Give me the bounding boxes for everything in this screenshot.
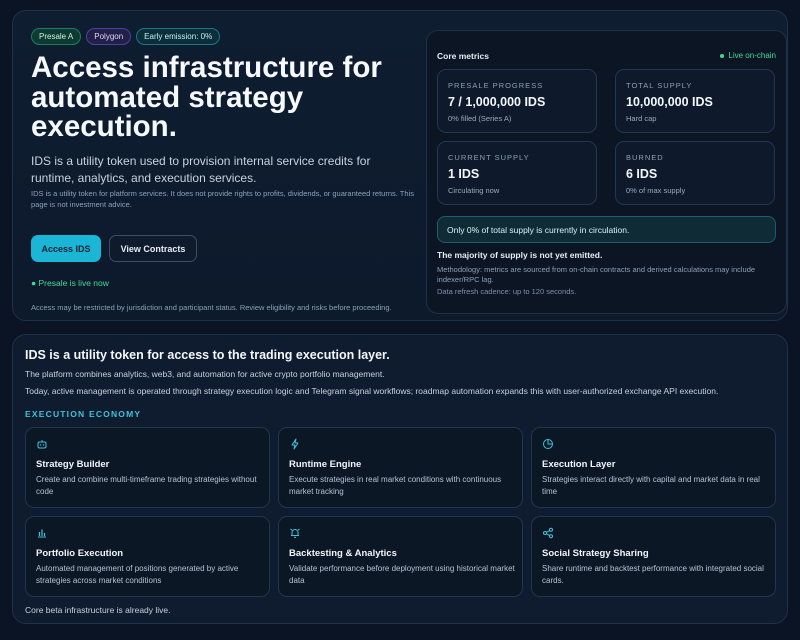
beta-live-note: Core beta infrastructure is already live… bbox=[25, 605, 171, 615]
feature-card-execution-layer: Execution Layer Strategies interact dire… bbox=[531, 427, 776, 508]
feature-desc: Automated management of positions genera… bbox=[36, 564, 239, 585]
hero-lead: IDS is a utility token used to provision… bbox=[31, 154, 371, 185]
view-contracts-button[interactable]: View Contracts bbox=[109, 235, 197, 262]
metric-sub: 0% filled (Series A) bbox=[448, 114, 512, 123]
pie-chart-icon bbox=[543, 439, 553, 449]
metric-value: 6 IDS bbox=[626, 167, 658, 181]
feature-desc: Execute strategies in real market condit… bbox=[289, 475, 502, 496]
badge-network: Polygon bbox=[86, 28, 132, 45]
about-paragraph-1: The platform combines analytics, web3, a… bbox=[25, 369, 385, 379]
metric-label: CURRENT SUPPLY bbox=[448, 153, 530, 162]
metric-sub: Hard cap bbox=[626, 114, 657, 123]
metric-card-total-supply: TOTAL SUPPLY 10,000,000 IDS Hard cap bbox=[615, 69, 775, 133]
feature-title: Backtesting & Analytics bbox=[289, 548, 397, 559]
metric-label: PRESALE PROGRESS bbox=[448, 81, 544, 90]
badge-presale: Presale A bbox=[31, 28, 82, 45]
badge-row: Presale A Polygon Early emission: 0% bbox=[31, 28, 221, 45]
emission-statement: The majority of supply is not yet emitte… bbox=[437, 250, 603, 260]
metric-card-burned: BURNED 6 IDS 0% of max supply bbox=[615, 141, 775, 205]
metric-value: 10,000,000 IDS bbox=[626, 95, 713, 109]
metric-value: 7 / 1,000,000 IDS bbox=[448, 95, 546, 109]
feature-title: Portfolio Execution bbox=[36, 548, 124, 559]
metric-sub: Circulating now bbox=[448, 186, 500, 195]
about-paragraph-2: Today, active management is operated thr… bbox=[25, 386, 719, 396]
access-ids-button[interactable]: Access IDS bbox=[31, 235, 101, 262]
feature-title: Runtime Engine bbox=[289, 459, 362, 470]
core-metrics-panel: Core metrics Live on-chain PRESALE PROGR… bbox=[426, 30, 787, 314]
metric-card-current-supply: CURRENT SUPPLY 1 IDS Circulating now bbox=[437, 141, 597, 205]
execution-economy-heading: EXECUTION ECONOMY bbox=[25, 409, 142, 419]
share-icon bbox=[543, 527, 553, 539]
feature-card-social-strategy-sharing: Social Strategy Sharing Share runtime an… bbox=[531, 516, 776, 597]
feature-card-runtime-engine: Runtime Engine Execute strategies in rea… bbox=[278, 427, 523, 508]
feature-desc: Share runtime and backtest performance w… bbox=[542, 564, 764, 585]
feature-title: Strategy Builder bbox=[36, 459, 110, 470]
metric-label: BURNED bbox=[626, 153, 664, 162]
alarm-icon bbox=[290, 528, 300, 538]
presale-status: ● Presale is live now bbox=[31, 278, 109, 288]
live-dot-icon bbox=[720, 53, 725, 58]
feature-desc: Create and combine multi-timeframe tradi… bbox=[36, 475, 257, 496]
hero-panel: Presale A Polygon Early emission: 0% Acc… bbox=[12, 10, 788, 321]
badge-emission: Early emission: 0% bbox=[136, 28, 221, 45]
metric-card-presale-progress: PRESALE PROGRESS 7 / 1,000,000 IDS 0% fi… bbox=[437, 69, 597, 133]
about-title: IDS is a utility token for access to the… bbox=[25, 348, 390, 362]
hero-disclaimer: IDS is a utility token for platform serv… bbox=[31, 189, 414, 209]
bar-chart-icon bbox=[38, 529, 46, 538]
metrics-title: Core metrics bbox=[437, 51, 489, 61]
methodology-note: Methodology: metrics are sourced from on… bbox=[437, 265, 756, 284]
feature-card-strategy-builder: Strategy Builder Create and combine mult… bbox=[25, 427, 270, 508]
feature-card-backtesting-analytics: Backtesting & Analytics Validate perform… bbox=[278, 516, 523, 597]
feature-desc: Strategies interact directly with capita… bbox=[542, 475, 760, 496]
live-status-text: Live on-chain bbox=[728, 51, 776, 60]
access-note: Access may be restricted by jurisdiction… bbox=[31, 303, 392, 312]
feature-title: Social Strategy Sharing bbox=[542, 548, 649, 559]
bolt-icon bbox=[291, 438, 299, 450]
hero-title: Access infrastructure for automated stra… bbox=[31, 51, 382, 143]
refresh-cadence: Data refresh cadence: up to 120 seconds. bbox=[437, 287, 577, 296]
metric-label: TOTAL SUPPLY bbox=[626, 81, 693, 90]
feature-title: Execution Layer bbox=[542, 459, 616, 470]
feature-card-portfolio-execution: Portfolio Execution Automated management… bbox=[25, 516, 270, 597]
about-panel: IDS is a utility token for access to the… bbox=[12, 334, 788, 624]
circulation-notice: Only 0% of total supply is currently in … bbox=[437, 216, 776, 243]
live-status: Live on-chain bbox=[720, 51, 776, 60]
robot-icon bbox=[37, 440, 47, 449]
presale-status-text: Presale is live now bbox=[38, 278, 109, 288]
metric-sub: 0% of max supply bbox=[626, 186, 686, 195]
feature-desc: Validate performance before deployment u… bbox=[289, 564, 515, 585]
metric-value: 1 IDS bbox=[448, 167, 480, 181]
